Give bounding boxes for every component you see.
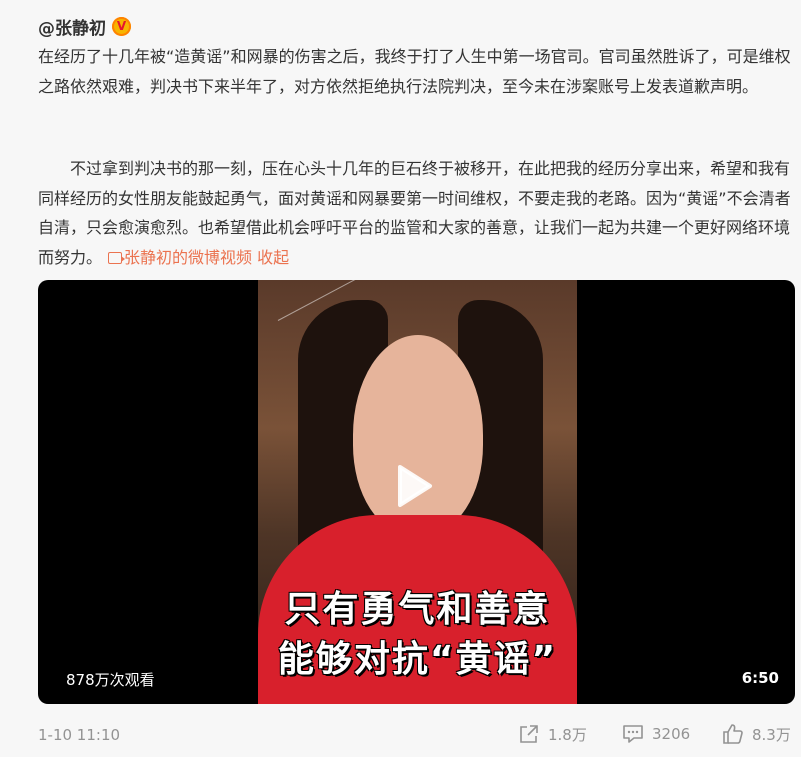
view-count: 878万次观看: [66, 671, 155, 689]
video-duration: 6:50: [741, 669, 779, 687]
post-paragraph-1: 在经历了十几年被“造黄谣”和网暴的伤害之后，我终于打了人生中第一场官司。官司虽然…: [38, 47, 791, 96]
thumbs-up-icon: [723, 724, 743, 744]
share-icon: [520, 725, 538, 743]
video-link-label: 张静初的微博视频: [124, 247, 253, 267]
share-count: 1.8万: [548, 725, 587, 744]
video-icon: [108, 251, 126, 264]
like-button[interactable]: 8.3万: [722, 723, 791, 745]
play-icon[interactable]: [390, 463, 436, 509]
video-player[interactable]: 只有勇气和善意 能够对抗“黄谣” 878万次观看 6:50: [38, 280, 795, 704]
collapse-link[interactable]: 收起: [257, 248, 289, 267]
post-author: @张静初 V: [38, 12, 131, 40]
verified-badge-icon: V: [112, 16, 131, 36]
video-caption-line-1: 只有勇气和善意: [284, 589, 551, 630]
author-name[interactable]: @张静初: [38, 14, 106, 39]
share-button[interactable]: 1.8万: [518, 723, 587, 745]
post-footer: 1-10 11:10 1.8万 3206 8.3万: [0, 720, 801, 750]
comment-button[interactable]: 3206: [622, 723, 690, 745]
video-caption-line-2: 能够对抗“黄谣”: [277, 639, 558, 680]
comment-icon: [623, 725, 643, 743]
like-count: 8.3万: [752, 725, 791, 744]
comment-count: 3206: [652, 725, 691, 743]
post-paragraph-2: 不过拿到判决书的那一刻，压在心头十几年的巨石终于被移开，在此把我的经历分享出来，…: [38, 154, 798, 272]
video-link[interactable]: 张静初的微博视频: [108, 248, 252, 267]
post-timestamp[interactable]: 1-10 11:10: [38, 726, 120, 744]
weibo-post-card: @张静初 V 在经历了十几年被“造黄谣”和网暴的伤害之后，我终于打了人生中第一场…: [0, 0, 801, 757]
